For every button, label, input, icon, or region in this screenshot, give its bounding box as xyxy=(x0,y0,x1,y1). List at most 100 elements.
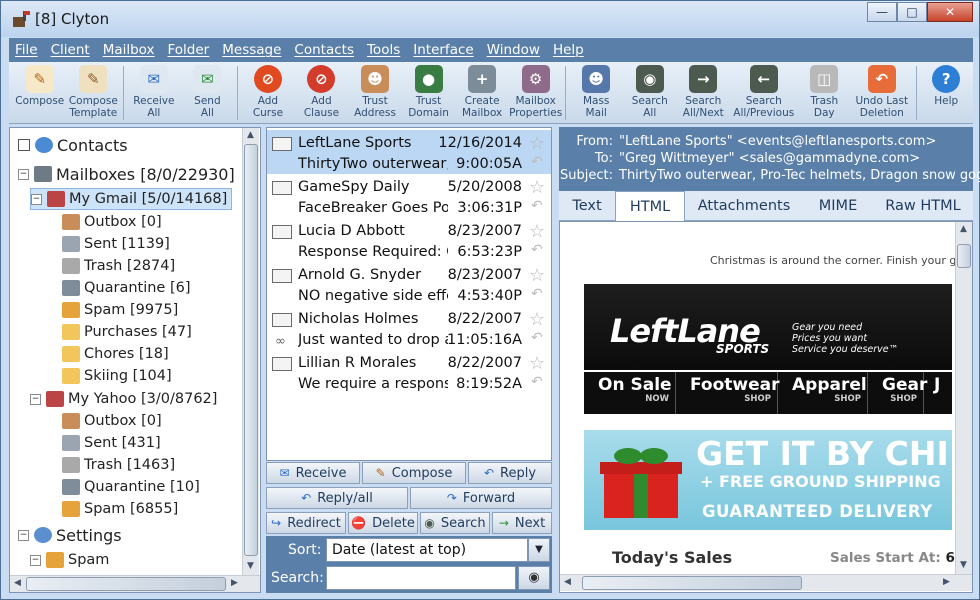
close-button[interactable]: ✕ xyxy=(927,2,973,22)
star-icon[interactable]: ☆ xyxy=(529,265,545,286)
promo-banner[interactable]: GET IT BY CHI + FREE GROUND SHIPPING GUA… xyxy=(584,430,952,530)
create-mailbox-button[interactable]: + Create Mailbox xyxy=(455,62,509,122)
message-row[interactable]: GameSpy Daily 5/20/2008 FaceBreaker Goes… xyxy=(267,174,551,218)
star-icon[interactable]: ☆ xyxy=(529,177,545,198)
tab-html[interactable]: HTML xyxy=(615,191,685,221)
scroll-left-arrow-icon[interactable]: ◀ xyxy=(560,575,575,590)
compose-template-button[interactable]: ✎ Compose Template xyxy=(67,62,121,122)
compose-action-button[interactable]: ✎ Compose xyxy=(362,462,466,484)
tree-yahoo[interactable]: − My Yahoo [3/0/8762] xyxy=(30,388,217,410)
tree-folder-sent[interactable]: Sent [1139] xyxy=(62,233,170,255)
tree-folder-chores[interactable]: Chores [18] xyxy=(62,343,169,365)
help-button[interactable]: ? Help xyxy=(919,62,973,122)
tree-folder-trash[interactable]: Trash [1463] xyxy=(62,454,175,476)
search-button[interactable]: ◉ Search xyxy=(420,512,490,534)
mailbox-properties-button[interactable]: ⚙ Mailbox Properties xyxy=(509,62,563,122)
menu-folder[interactable]: Folder xyxy=(168,42,210,58)
message-row[interactable]: ∞ Nicholas Holmes 8/22/2007 Just wanted … xyxy=(267,306,551,350)
search-all-button[interactable]: ◉ Search All xyxy=(623,62,677,122)
nav-footwear[interactable]: Footwear SHOP xyxy=(676,372,780,414)
menu-message[interactable]: Message xyxy=(222,42,281,58)
tree-settings[interactable]: − Settings xyxy=(18,524,122,546)
tree-folder-trash[interactable]: Trash [2874] xyxy=(62,255,175,277)
mass-mail-button[interactable]: ☻ Mass Mail xyxy=(569,62,623,122)
scroll-up-arrow-icon[interactable]: ▲ xyxy=(956,222,971,237)
tree-folder-purchases[interactable]: Purchases [47] xyxy=(62,321,192,343)
search-previous-button[interactable]: ← Search All/Previous xyxy=(730,62,797,122)
tab-text[interactable]: Text xyxy=(559,191,615,221)
nav-apparel[interactable]: Apparel SHOP xyxy=(778,372,868,414)
message-row[interactable]: LeftLane Sports 12/16/2014 ThirtyTwo out… xyxy=(267,130,551,174)
compose-button[interactable]: ✎ Compose xyxy=(13,62,67,122)
tree-folder-spam[interactable]: Spam [6855] xyxy=(62,498,178,520)
tree-folder-skiing[interactable]: Skiing [104] xyxy=(62,365,172,387)
preview-horizontal-scrollbar[interactable]: ◀ ▶ xyxy=(560,574,972,591)
tab-raw-html[interactable]: Raw HTML xyxy=(873,191,973,221)
reply-all-button[interactable]: ↶ Reply/all xyxy=(266,487,408,509)
message-row[interactable]: Lucia D Abbott 8/23/2007 Response Requir… xyxy=(267,218,551,262)
trust-domain-button[interactable]: ● Trust Domain xyxy=(402,62,456,122)
collapse-icon[interactable]: − xyxy=(31,193,42,205)
collapse-icon[interactable]: − xyxy=(30,393,41,405)
tree-horizontal-scrollbar[interactable]: ◀ ▶ xyxy=(10,575,260,592)
nav-more[interactable]: J xyxy=(924,372,952,414)
star-icon[interactable]: ☆ xyxy=(529,221,545,242)
search-next-button[interactable]: → Search All/Next xyxy=(677,62,731,122)
reply-button[interactable]: ↶ Reply xyxy=(468,462,552,484)
leftlane-banner[interactable]: LeftLane SPORTS Gear you need Prices you… xyxy=(584,284,952,370)
menu-window[interactable]: Window xyxy=(487,42,540,58)
scroll-right-arrow-icon[interactable]: ▶ xyxy=(939,575,954,590)
redirect-button[interactable]: ↪ Redirect xyxy=(266,512,346,534)
menu-client[interactable]: Client xyxy=(51,42,90,58)
tree-folder-sent[interactable]: Sent [431] xyxy=(62,432,161,454)
scroll-down-arrow-icon[interactable]: ▼ xyxy=(243,559,258,574)
undo-deletion-button[interactable]: ↶ Undo Last Deletion xyxy=(851,62,912,122)
next-button[interactable]: → Next xyxy=(492,512,552,534)
scroll-up-arrow-icon[interactable]: ▲ xyxy=(243,128,258,143)
scroll-down-arrow-icon[interactable]: ▼ xyxy=(956,558,971,573)
star-icon[interactable]: ☆ xyxy=(529,353,545,374)
tree-folder-quarantine[interactable]: Quarantine [6] xyxy=(62,277,191,299)
message-row[interactable]: Arnold G. Snyder 8/23/2007 NO negative s… xyxy=(267,262,551,306)
menu-help[interactable]: Help xyxy=(553,42,584,58)
star-icon[interactable]: ☆ xyxy=(529,309,545,330)
maximize-button[interactable]: □ xyxy=(897,2,927,22)
menu-file[interactable]: File xyxy=(15,42,38,58)
tree-folder-quarantine[interactable]: Quarantine [10] xyxy=(62,476,200,498)
tab-attachments[interactable]: Attachments xyxy=(685,191,803,221)
search-input[interactable] xyxy=(326,566,516,590)
tree-settings-spam[interactable]: − Spam xyxy=(30,549,109,571)
scroll-left-arrow-icon[interactable]: ◀ xyxy=(10,576,25,591)
sort-select[interactable]: Date (latest at top) xyxy=(326,538,528,562)
tree-mailboxes[interactable]: − Mailboxes [8/0/22930] xyxy=(18,163,235,185)
checkbox[interactable] xyxy=(18,139,30,151)
preview-vertical-scrollbar[interactable]: ▲ ▼ xyxy=(955,222,972,574)
binoculars-icon[interactable]: ◉ xyxy=(518,566,550,590)
delete-button[interactable]: ⛔ Delete xyxy=(348,512,418,534)
minimize-button[interactable]: — xyxy=(867,2,897,22)
nav-gear[interactable]: Gear SHOP xyxy=(868,372,927,414)
scroll-thumb[interactable] xyxy=(26,577,226,591)
nav-on-sale[interactable]: On Sale NOW xyxy=(584,372,676,414)
scroll-thumb[interactable] xyxy=(244,144,258,556)
tree-contacts[interactable]: Contacts xyxy=(18,134,128,156)
trash-day-button[interactable]: ◫ Trash Day xyxy=(797,62,851,122)
tree-vertical-scrollbar[interactable]: ▲ ▼ xyxy=(242,128,259,575)
menu-interface[interactable]: Interface xyxy=(413,42,473,58)
tree-folder-outbox[interactable]: Outbox [0] xyxy=(62,211,162,233)
add-curse-button[interactable]: ⊘ Add Curse xyxy=(241,62,295,122)
forward-button[interactable]: ↷ Forward xyxy=(410,487,552,509)
collapse-icon[interactable]: − xyxy=(18,168,29,180)
scroll-thumb[interactable] xyxy=(957,244,971,268)
chevron-down-icon[interactable]: ▼ xyxy=(528,538,550,562)
tree-folder-outbox[interactable]: Outbox [0] xyxy=(62,410,162,432)
send-all-button[interactable]: ✉ Send All xyxy=(181,62,235,122)
receive-button[interactable]: ✉ Receive xyxy=(266,462,360,484)
star-icon[interactable]: ☆ xyxy=(529,133,545,154)
message-row[interactable]: Lillian R Morales 8/22/2007 We require a… xyxy=(267,350,551,394)
collapse-icon[interactable]: − xyxy=(18,529,29,541)
receive-all-button[interactable]: ✉ Receive All xyxy=(127,62,181,122)
trust-address-button[interactable]: ☻ Trust Address xyxy=(348,62,402,122)
menu-contacts[interactable]: Contacts xyxy=(294,42,354,58)
collapse-icon[interactable]: − xyxy=(30,554,41,566)
